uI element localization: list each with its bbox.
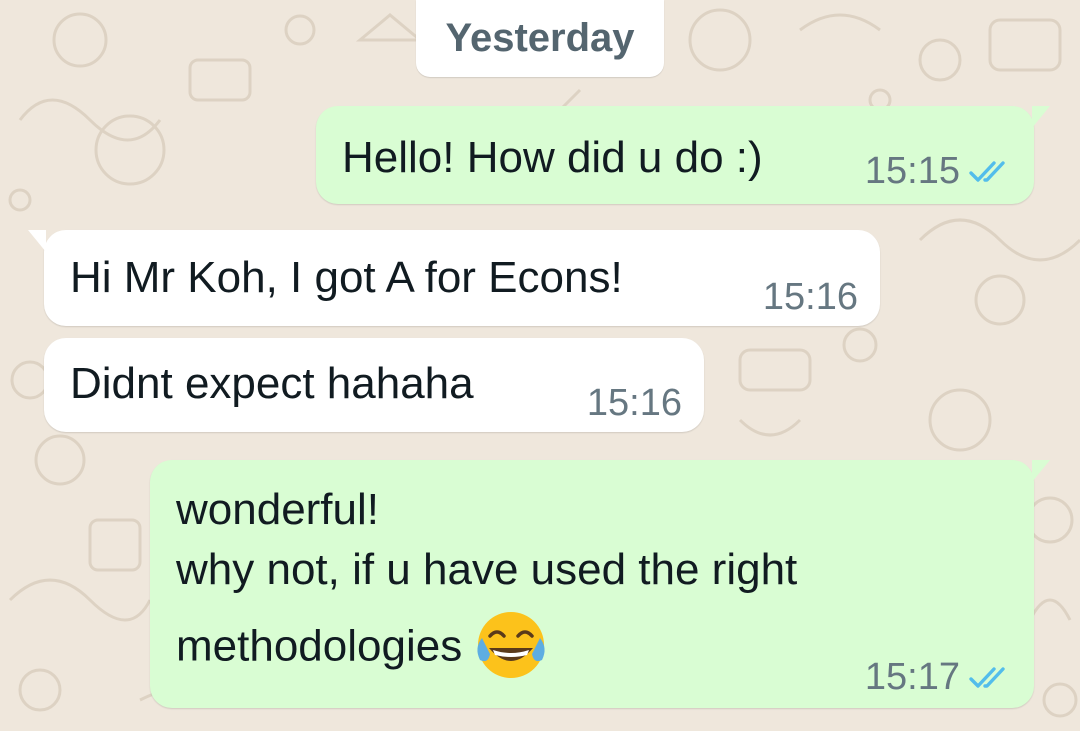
message-bubble-incoming[interactable]: Hi Mr Koh, I got A for Econs! 15:16 — [28, 230, 880, 326]
message-line-with-emoji: methodologies — [176, 612, 548, 682]
message-line: wonderful! — [176, 485, 380, 534]
message-line: why not, if u have used the right — [176, 545, 798, 594]
tears-of-joy-emoji — [477, 612, 545, 678]
bubble-tail — [28, 230, 46, 252]
message-time: 15:16 — [586, 382, 682, 424]
message-meta: 15:17 — [865, 656, 1012, 699]
message-meta: 15:15 — [865, 150, 1012, 193]
double-check-read-icon — [969, 160, 1005, 182]
bubble-tail — [1032, 106, 1050, 128]
message-line: methodologies — [176, 621, 463, 671]
message-time: 15:15 — [864, 150, 960, 192]
message-meta: 15:16 — [763, 276, 858, 319]
double-check-read-icon — [969, 666, 1005, 688]
message-bubble-outgoing[interactable]: Hello! How did u do :) 15:15 — [316, 106, 1050, 204]
message-time: 15:17 — [864, 656, 960, 698]
message-text: Hello! How did u do :) — [342, 133, 763, 182]
message-text: Didnt expect hahaha — [70, 359, 474, 408]
date-divider: Yesterday — [416, 0, 664, 77]
message-meta: 15:16 — [587, 382, 682, 425]
message-time: 15:16 — [762, 276, 858, 318]
message-bubble-outgoing[interactable]: wonderful! why not, if u have used the r… — [150, 460, 1050, 708]
message-text: Hi Mr Koh, I got A for Econs! — [70, 253, 623, 302]
message-bubble-incoming[interactable]: Didnt expect hahaha 15:16 — [44, 338, 704, 432]
bubble-tail — [1032, 460, 1050, 482]
